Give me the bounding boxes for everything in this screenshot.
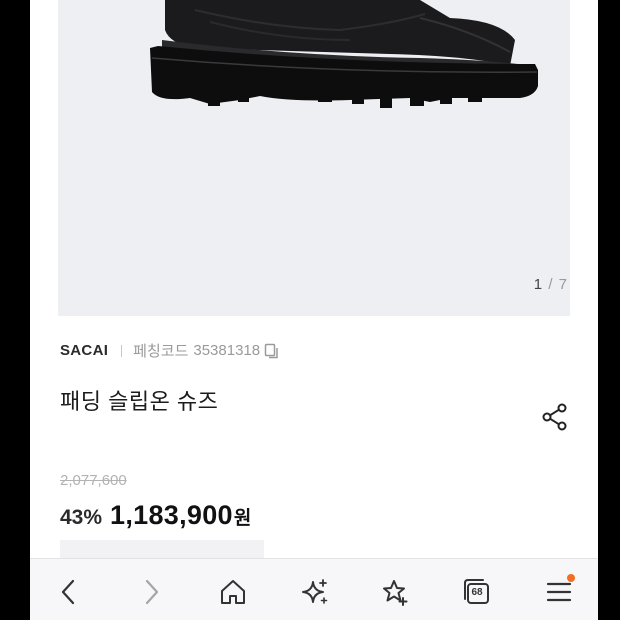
image-counter: 1 / 7 <box>534 276 568 293</box>
browser-toolbar: 68 <box>30 558 598 620</box>
price-row: 43% 1,183,900 원 <box>60 500 251 531</box>
tabs-button[interactable]: 68 <box>462 577 492 607</box>
sale-price: 1,183,900 <box>110 500 233 530</box>
image-counter-separator: / <box>548 276 554 293</box>
discount-rate: 43% <box>60 506 103 529</box>
original-price: 2,077,600 <box>60 472 127 489</box>
home-button[interactable] <box>218 577 248 607</box>
image-counter-current: 1 <box>533 276 544 293</box>
forward-button[interactable] <box>136 577 166 607</box>
sparkle-icon <box>302 579 328 604</box>
product-image-gallery[interactable]: 1 / 7 <box>30 0 598 316</box>
divider <box>121 344 123 357</box>
menu-icon <box>546 582 572 602</box>
add-bookmark-button[interactable] <box>380 577 410 607</box>
product-image <box>150 0 538 108</box>
product-title: 패딩 슬립온 슈즈 <box>60 389 219 414</box>
home-icon <box>221 580 245 604</box>
menu-button[interactable] <box>544 574 575 607</box>
notification-dot <box>567 574 575 582</box>
tab-count: 68 <box>471 587 483 598</box>
share-icon[interactable] <box>540 402 570 432</box>
add-bookmark-icon <box>383 580 408 606</box>
back-icon <box>61 579 75 605</box>
image-counter-total: 7 <box>558 276 568 293</box>
product-code-label: 페칭코드 <box>133 343 189 360</box>
brand-row: SACAI 페칭코드 35381318 <box>60 340 280 361</box>
back-button[interactable] <box>54 577 84 607</box>
brand-name[interactable]: SACAI <box>60 342 108 359</box>
currency-unit: 원 <box>233 508 252 529</box>
copy-icon[interactable] <box>264 343 280 359</box>
mobile-browser: 1 / 7 SACAI 페칭코드 35381318 패딩 슬립온 슈즈 2,07… <box>30 0 598 620</box>
forward-icon <box>145 579 159 605</box>
ai-assistant-button[interactable] <box>300 577 330 607</box>
product-code: 35381318 <box>193 342 261 359</box>
